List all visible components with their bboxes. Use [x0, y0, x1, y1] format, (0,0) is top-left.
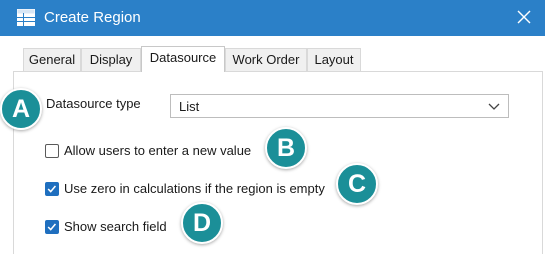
tab-general[interactable]: General	[23, 48, 81, 71]
callout-d-badge: D	[181, 202, 223, 244]
use-zero-checkbox[interactable]	[45, 182, 59, 196]
window-title: Create Region	[44, 9, 141, 26]
title-bar: Create Region	[0, 0, 545, 36]
tab-work-order[interactable]: Work Order	[225, 48, 307, 71]
callout-a-badge: A	[0, 88, 42, 130]
callout-b-badge: B	[265, 127, 307, 169]
datasource-type-label: Datasource type	[46, 96, 141, 111]
close-icon[interactable]	[514, 7, 534, 27]
allow-new-value-label: Allow users to enter a new value	[64, 143, 252, 158]
chevron-down-icon	[488, 103, 500, 110]
checkmark-icon	[47, 223, 57, 231]
show-search-field-checkbox[interactable]	[45, 220, 59, 234]
show-search-field-label: Show search field	[64, 219, 167, 234]
checkmark-icon	[47, 185, 57, 193]
tab-layout[interactable]: Layout	[307, 48, 361, 71]
allow-new-value-checkbox[interactable]	[45, 144, 59, 158]
use-zero-label: Use zero in calculations if the region i…	[64, 181, 325, 196]
callout-c-badge: C	[336, 163, 378, 205]
tab-display[interactable]: Display	[81, 48, 141, 71]
datasource-type-select[interactable]: List	[170, 94, 509, 118]
table-icon	[17, 9, 35, 26]
datasource-type-value: List	[179, 99, 200, 114]
tab-datasource[interactable]: Datasource	[141, 46, 225, 72]
